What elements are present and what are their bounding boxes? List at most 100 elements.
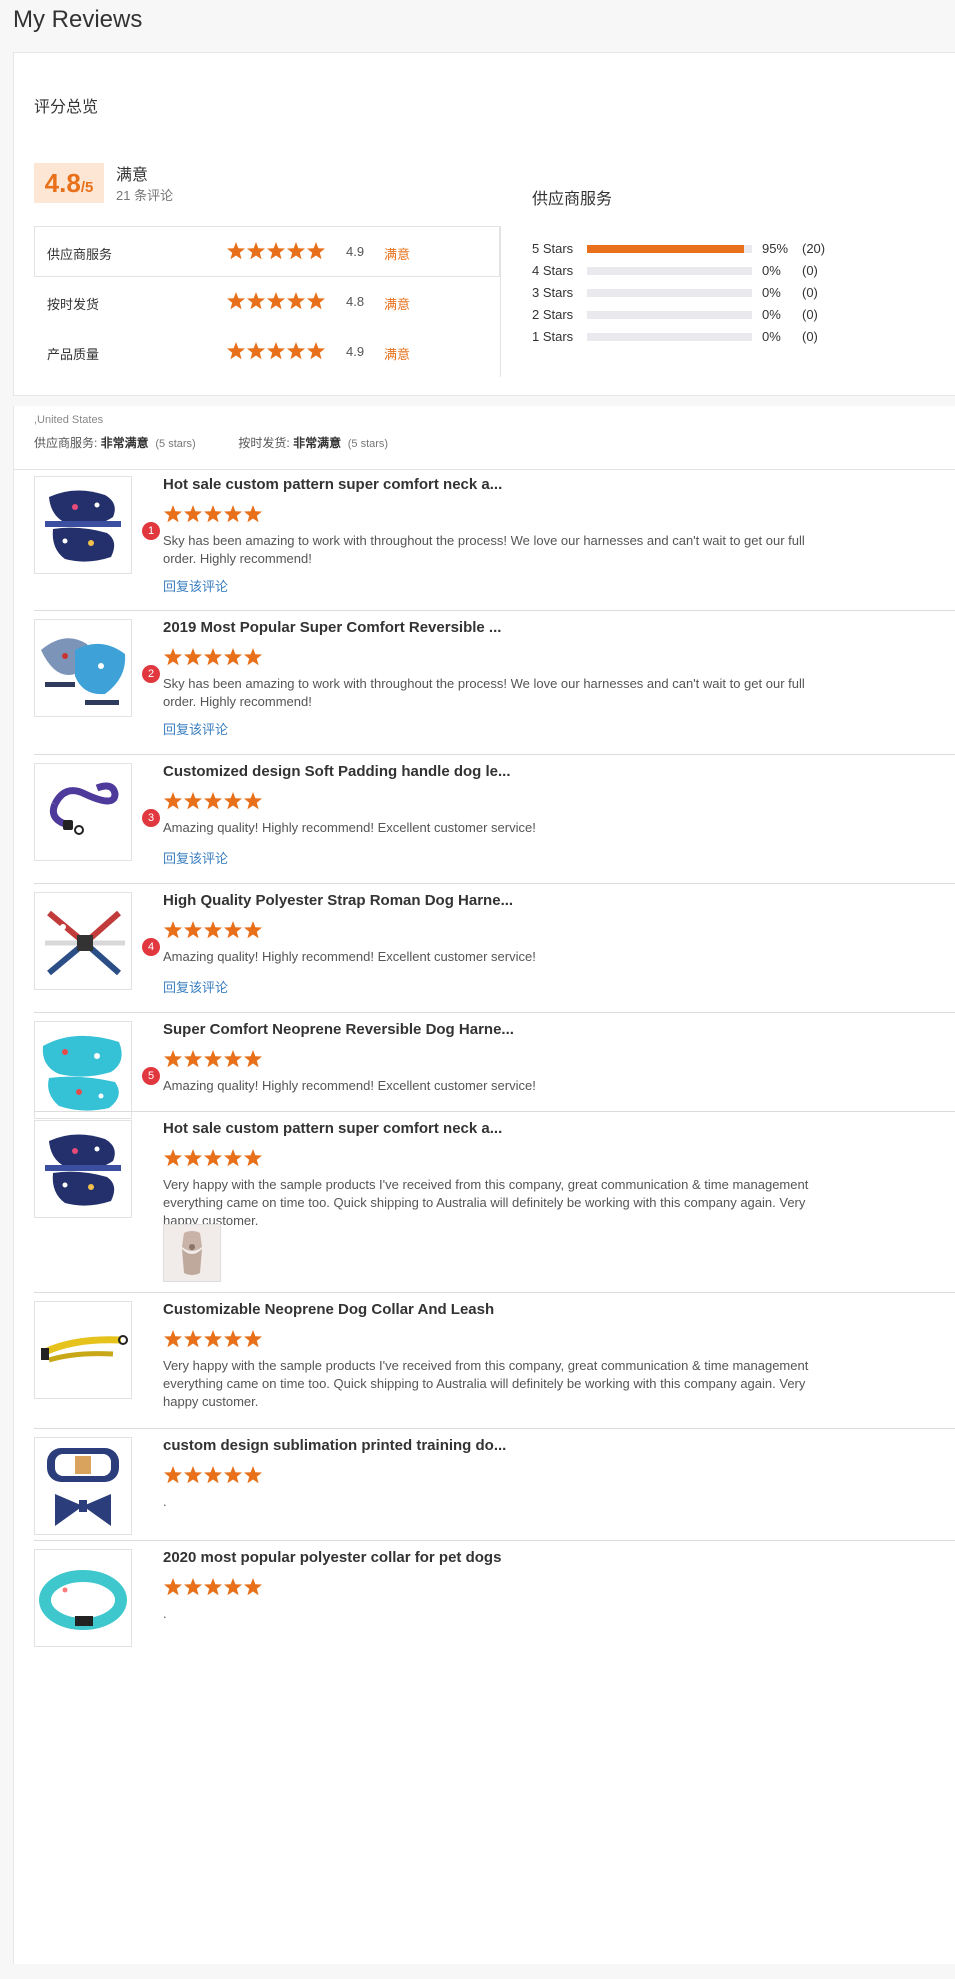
product-title-link[interactable]: Customizable Neoprene Dog Collar And Lea…: [163, 1301, 494, 1318]
review-text: Very happy with the sample products I've…: [163, 1177, 809, 1228]
distribution-bar: [587, 267, 752, 275]
review-number-badge: 3: [142, 809, 160, 827]
distribution-bar-fill: [587, 245, 744, 253]
distribution-bar: [587, 311, 752, 319]
review-number-badge: 2: [142, 665, 160, 683]
star-rating-icon: [163, 792, 263, 810]
reply-review-link[interactable]: 回复该评论: [163, 848, 228, 867]
star-rating-icon: [163, 648, 263, 666]
review-text: Amazing quality! Highly recommend! Excel…: [163, 1078, 536, 1093]
page-title: My Reviews: [13, 6, 143, 33]
overall-satisfaction: 满意: [116, 167, 149, 184]
metric-score: 4.9: [346, 344, 365, 359]
star-rating-icon: [163, 1466, 263, 1484]
overview-title: 评分总览: [34, 99, 99, 116]
metric-label: 供应商服务: [47, 247, 113, 262]
product-title-link[interactable]: Hot sale custom pattern super comfort ne…: [163, 476, 502, 493]
product-thumbnail[interactable]: [34, 763, 132, 861]
review-text: Amazing quality! Highly recommend! Excel…: [163, 820, 536, 835]
buyer-shipping-value: 非常满意: [293, 436, 342, 450]
review-text: Sky has been amazing to work with throug…: [163, 676, 805, 709]
buyer-supplier-value: 非常满意: [100, 436, 149, 450]
distribution-percent: 95%: [762, 241, 789, 256]
product-thumbnail[interactable]: [34, 1437, 132, 1535]
star-rating-icon: [226, 342, 326, 360]
overall-score-badge: 4.8/5: [34, 163, 104, 203]
metric-score: 4.9: [346, 244, 365, 259]
star-rating-icon: [226, 242, 326, 260]
metric-status: 满意: [384, 297, 411, 312]
buyer-supplier-label: 供应商服务:: [34, 436, 101, 450]
product-title-link[interactable]: custom design sublimation printed traini…: [163, 1437, 506, 1454]
star-rating-icon: [163, 921, 263, 939]
star-rating-icon: [163, 1149, 263, 1167]
reviews-list: ,United States 供应商服务: 非常满意 (5 stars) 按时发…: [13, 406, 955, 1964]
metric-status: 满意: [384, 247, 411, 262]
product-thumbnail[interactable]: [34, 476, 132, 574]
review-divider: [34, 1540, 955, 1541]
review-count: 21 条评论: [116, 188, 174, 203]
star-rating-icon: [163, 505, 263, 523]
product-title-link[interactable]: Customized design Soft Padding handle do…: [163, 763, 511, 780]
distribution-count: (0): [802, 285, 818, 300]
rating-overview-panel: 评分总览 4.8/5 满意 21 条评论 供应商服务 4.9 满意 按时发货 4…: [13, 52, 955, 396]
review-divider: [34, 1111, 955, 1112]
product-title-link[interactable]: 2019 Most Popular Super Comfort Reversib…: [163, 619, 501, 636]
review-text: Amazing quality! Highly recommend! Excel…: [163, 949, 536, 964]
product-thumbnail[interactable]: [34, 892, 132, 990]
review-text: Very happy with the sample products I've…: [163, 1358, 809, 1409]
review-number-badge: 4: [142, 938, 160, 956]
product-thumbnail[interactable]: [34, 1301, 132, 1399]
review-divider: [34, 610, 955, 611]
product-thumbnail[interactable]: [34, 1120, 132, 1218]
distribution-percent: 0%: [762, 285, 781, 300]
reply-review-link[interactable]: 回复该评论: [163, 977, 228, 996]
metric-status: 满意: [384, 347, 411, 362]
metrics-table: 供应商服务 4.9 满意 按时发货 4.8 满意 产品质量 4.9 满意: [34, 226, 501, 377]
distribution-label: 1 Stars: [532, 329, 574, 344]
review-divider: [34, 754, 955, 755]
reply-review-link[interactable]: 回复该评论: [163, 576, 228, 595]
star-distribution-row: 3 Stars 0% (0): [532, 283, 852, 303]
metric-label: 按时发货: [47, 297, 100, 312]
buyer-ratings: 供应商服务: 非常满意 (5 stars) 按时发货: 非常满意 (5 star…: [34, 434, 388, 451]
review-text: .: [163, 1606, 167, 1621]
metric-score: 4.8: [346, 294, 365, 309]
metric-row: 按时发货 4.8 满意: [34, 277, 504, 327]
star-distribution-row: 5 Stars 95% (20): [532, 239, 852, 259]
distribution-bar: [587, 289, 752, 297]
distribution-count: (0): [802, 263, 818, 278]
product-title-link[interactable]: Hot sale custom pattern super comfort ne…: [163, 1120, 502, 1137]
distribution-percent: 0%: [762, 263, 781, 278]
distribution-label: 4 Stars: [532, 263, 574, 278]
distribution-bar: [587, 333, 752, 341]
distribution-count: (0): [802, 329, 818, 344]
star-rating-icon: [226, 292, 326, 310]
product-title-link[interactable]: Super Comfort Neoprene Reversible Dog Ha…: [163, 1021, 514, 1038]
review-divider: [34, 1428, 955, 1429]
overall-score-max: /5: [80, 179, 94, 196]
product-title-link[interactable]: High Quality Polyester Strap Roman Dog H…: [163, 892, 513, 909]
buyer-country: ,United States: [34, 414, 104, 426]
metric-label: 产品质量: [47, 347, 100, 362]
star-rating-icon: [163, 1578, 263, 1596]
star-rating-icon: [163, 1330, 263, 1348]
reply-review-link[interactable]: 回复该评论: [163, 719, 228, 738]
distribution-percent: 0%: [762, 329, 781, 344]
distribution-label: 2 Stars: [532, 307, 574, 322]
product-title-link[interactable]: 2020 most popular polyester collar for p…: [163, 1549, 501, 1566]
product-thumbnail[interactable]: [34, 619, 132, 717]
review-number-badge: 1: [142, 522, 160, 540]
review-divider: [34, 1012, 955, 1013]
product-thumbnail[interactable]: [34, 1021, 132, 1119]
star-distribution-row: 2 Stars 0% (0): [532, 305, 852, 325]
product-thumbnail[interactable]: [34, 1549, 132, 1647]
overall-score: 4.8: [44, 168, 81, 198]
buyer-shipping-stars: (5 stars): [347, 438, 389, 450]
distribution-bar: [587, 245, 752, 253]
review-photo[interactable]: [163, 1224, 221, 1282]
distribution-percent: 0%: [762, 307, 781, 322]
metric-row: 产品质量 4.9 满意: [34, 327, 504, 377]
distribution-label: 3 Stars: [532, 285, 574, 300]
review-number-badge: 5: [142, 1067, 160, 1085]
